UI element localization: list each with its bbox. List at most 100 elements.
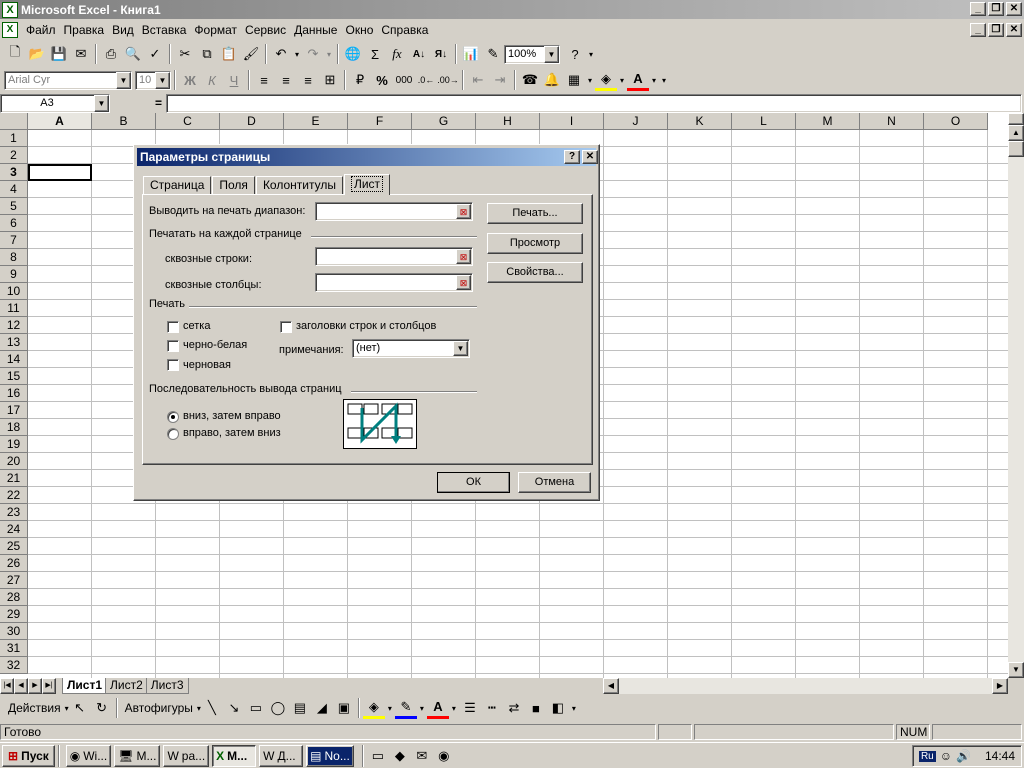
menu-file[interactable]: Файл — [22, 20, 60, 40]
open-icon[interactable]: 📂 — [26, 43, 48, 65]
column-header[interactable]: J — [604, 113, 668, 130]
volume-icon[interactable]: 🔊 — [956, 749, 971, 763]
column-header[interactable]: G — [412, 113, 476, 130]
dialog-help-button[interactable]: ? — [564, 150, 580, 164]
down-then-over-radio[interactable] — [167, 411, 179, 423]
menu-insert[interactable]: Вставка — [138, 20, 191, 40]
thousands-button[interactable]: 000 — [393, 69, 415, 91]
restore-button[interactable]: ❐ — [988, 2, 1004, 16]
print-area-collapse-icon[interactable]: ⊠ — [456, 204, 471, 219]
paste-icon[interactable]: 📋 — [218, 43, 240, 65]
row-header[interactable]: 7 — [0, 232, 28, 249]
vertical-scrollbar[interactable]: ▲ ▼ — [1008, 113, 1024, 678]
column-header[interactable]: D — [220, 113, 284, 130]
print-area-input[interactable]: ⊠ — [315, 202, 473, 221]
redo-dropdown-icon[interactable]: ▾ — [324, 43, 334, 65]
row-header[interactable]: 13 — [0, 334, 28, 351]
preview-button[interactable]: Просмотр — [487, 233, 583, 254]
scroll-right-icon[interactable]: ▶ — [992, 678, 1008, 694]
cancel-button[interactable]: Отмена — [518, 472, 591, 493]
print-button[interactable]: Печать... — [487, 203, 583, 224]
font-name-combo[interactable]: Arial Cyr ▼ — [4, 70, 132, 90]
fill-color-icon[interactable]: ◈ — [595, 69, 617, 91]
3d-icon[interactable]: ◧ — [547, 697, 569, 719]
sheet-tab-3[interactable]: Лист3 — [145, 678, 189, 694]
bw-checkbox[interactable] — [167, 340, 179, 352]
format-painter-icon[interactable]: 🖌 — [240, 43, 262, 65]
headings-checkbox[interactable] — [280, 321, 292, 333]
tab-page[interactable]: Страница — [143, 176, 212, 195]
align-left-icon[interactable]: ≡ — [253, 69, 275, 91]
column-header[interactable]: L — [732, 113, 796, 130]
function-icon[interactable]: fx — [386, 43, 408, 65]
merge-center-icon[interactable]: ⊞ — [319, 69, 341, 91]
tab-sheet[interactable]: Лист — [343, 174, 391, 195]
undo-dropdown-icon[interactable]: ▾ — [292, 43, 302, 65]
prev-sheet-icon[interactable]: ◀ — [14, 678, 28, 694]
row-header[interactable]: 29 — [0, 606, 28, 623]
row-header[interactable]: 27 — [0, 572, 28, 589]
menu-view[interactable]: Вид — [108, 20, 138, 40]
sheet-tab-2[interactable]: Лист2 — [105, 678, 148, 694]
shadow-icon[interactable]: ■ — [525, 697, 547, 719]
quicklaunch-channels-icon[interactable]: ◆ — [389, 745, 411, 767]
task-button-1[interactable]: ◉ Wi... — [65, 744, 112, 767]
row-header[interactable]: 8 — [0, 249, 28, 266]
clipart-icon[interactable]: ▣ — [333, 697, 355, 719]
rows-collapse-icon[interactable]: ⊠ — [456, 249, 471, 264]
drawing-options-icon[interactable]: ▾ — [569, 697, 579, 719]
free-rotate-icon[interactable]: ↻ — [91, 697, 113, 719]
formatting-options-icon[interactable]: ▾ — [659, 69, 669, 91]
column-header[interactable]: K — [668, 113, 732, 130]
column-header[interactable]: A — [28, 113, 92, 130]
clock[interactable]: 14:44 — [985, 749, 1015, 763]
arrow-style-icon[interactable]: ⇄ — [503, 697, 525, 719]
borders-icon[interactable]: ▦ — [563, 69, 585, 91]
column-header[interactable]: N — [860, 113, 924, 130]
font-color-icon[interactable]: A — [627, 69, 649, 91]
gridlines-checkbox[interactable] — [167, 321, 179, 333]
bold-button[interactable]: Ж — [179, 69, 201, 91]
draft-label[interactable]: черновая — [183, 359, 231, 371]
next-sheet-icon[interactable]: ▶ — [28, 678, 42, 694]
scroll-down-icon[interactable]: ▼ — [1008, 662, 1024, 678]
italic-button[interactable]: К — [201, 69, 223, 91]
column-header[interactable]: I — [540, 113, 604, 130]
row-header[interactable]: 30 — [0, 623, 28, 640]
doc-close-button[interactable]: ✕ — [1006, 23, 1022, 37]
toolbar-options-icon[interactable]: ▾ — [586, 43, 596, 65]
task-button-2[interactable]: 🖥 М... — [114, 744, 161, 767]
arrow-icon[interactable]: ↘ — [223, 697, 245, 719]
row-header[interactable]: 1 — [0, 130, 28, 147]
dialog-close-button[interactable]: ✕ — [582, 150, 598, 164]
phone-icon[interactable]: ☎ — [519, 69, 541, 91]
task-button-5[interactable]: W Д... — [259, 744, 304, 767]
task-button-3[interactable]: Wра... — [163, 744, 210, 767]
row-header[interactable]: 31 — [0, 640, 28, 657]
task-button-4[interactable]: X М... — [212, 744, 257, 767]
print-preview-icon[interactable]: 🔍 — [122, 43, 144, 65]
menu-window[interactable]: Окно — [341, 20, 377, 40]
lang-indicator[interactable]: Ru — [918, 750, 936, 762]
line-color-icon[interactable]: ✎ — [394, 697, 417, 719]
column-header[interactable]: E — [284, 113, 348, 130]
row-header[interactable]: 25 — [0, 538, 28, 555]
row-header[interactable]: 26 — [0, 555, 28, 572]
row-header[interactable]: 20 — [0, 453, 28, 470]
horizontal-scrollbar[interactable]: ◀ ▶ — [603, 678, 1008, 694]
chart-wizard-icon[interactable]: 📊 — [460, 43, 482, 65]
row-header[interactable]: 5 — [0, 198, 28, 215]
row-header[interactable]: 17 — [0, 402, 28, 419]
draft-checkbox[interactable] — [167, 359, 179, 371]
row-header[interactable]: 2 — [0, 147, 28, 164]
quicklaunch-outlook-icon[interactable]: ✉ — [411, 745, 433, 767]
column-header[interactable]: C — [156, 113, 220, 130]
select-objects-icon[interactable]: ↖ — [69, 697, 91, 719]
cut-icon[interactable]: ✂ — [174, 43, 196, 65]
sheet-tab-1[interactable]: Лист1 — [62, 678, 108, 694]
percent-button[interactable]: % — [371, 69, 393, 91]
copy-icon[interactable]: ⧉ — [196, 43, 218, 65]
spelling-icon[interactable]: ✓ — [144, 43, 166, 65]
headings-label[interactable]: заголовки строк и столбцов — [296, 320, 436, 332]
row-header[interactable]: 19 — [0, 436, 28, 453]
